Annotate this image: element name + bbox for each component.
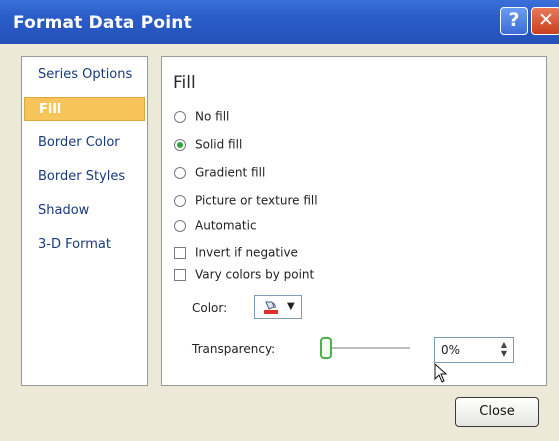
title-bar[interactable]: Format Data Point ? ✕ <box>0 0 559 44</box>
automatic-radio[interactable]: Automatic <box>174 216 257 234</box>
sidebar-item-fill[interactable]: Fill <box>24 97 145 121</box>
category-sidebar: Series Options Fill Border Color Border … <box>21 56 148 386</box>
transparency-label: Transparency: <box>192 342 276 356</box>
transparency-slider-thumb[interactable] <box>320 337 332 359</box>
checkbox[interactable] <box>174 246 186 259</box>
checkbox[interactable] <box>174 268 186 281</box>
paint-bucket-icon <box>264 301 278 314</box>
solid-fill-radio[interactable]: Solid fill <box>174 135 242 153</box>
automatic-label: Automatic <box>195 218 257 233</box>
picture-texture-fill-label: Picture or texture fill <box>195 193 318 208</box>
no-fill-label: No fill <box>195 109 230 124</box>
transparency-value: 0% <box>441 343 461 357</box>
sidebar-item-border-styles[interactable]: Border Styles <box>24 165 145 189</box>
radio-button-selected[interactable] <box>174 138 186 151</box>
radio-button[interactable] <box>174 194 186 207</box>
transparency-slider-track[interactable] <box>328 347 410 349</box>
gradient-fill-radio[interactable]: Gradient fill <box>174 163 265 181</box>
chevron-down-icon: ▼ <box>287 301 295 312</box>
sidebar-item-3d-format[interactable]: 3-D Format <box>24 233 145 257</box>
no-fill-radio[interactable]: No fill <box>174 107 229 125</box>
invert-if-negative-checkbox[interactable]: Invert if negative <box>174 243 298 261</box>
vary-colors-label: Vary colors by point <box>195 267 315 282</box>
radio-button[interactable] <box>174 166 186 179</box>
panel-title: Fill <box>173 73 196 93</box>
solid-fill-label: Solid fill <box>195 137 243 152</box>
fill-color-picker-button[interactable]: ▼ <box>254 295 302 319</box>
invert-if-negative-label: Invert if negative <box>195 245 298 260</box>
color-label: Color: <box>192 301 228 315</box>
vary-colors-checkbox[interactable]: Vary colors by point <box>174 265 314 283</box>
radio-button[interactable] <box>174 219 186 232</box>
fill-panel: Fill No fill Solid fill Gradient fill Pi… <box>161 56 547 386</box>
help-button[interactable]: ? <box>500 7 528 35</box>
sidebar-item-border-color[interactable]: Border Color <box>24 131 145 155</box>
transparency-spinbox[interactable]: 0% ▲ ▼ <box>434 337 514 363</box>
close-button[interactable]: Close <box>455 397 539 427</box>
sidebar-item-shadow[interactable]: Shadow <box>24 199 145 223</box>
picture-texture-fill-radio[interactable]: Picture or texture fill <box>174 191 318 209</box>
gradient-fill-label: Gradient fill <box>195 165 266 180</box>
window-close-button[interactable]: ✕ <box>531 7 559 35</box>
spin-arrows-icon[interactable]: ▲ ▼ <box>501 340 507 358</box>
mouse-cursor-icon <box>434 363 448 383</box>
dialog-title: Format Data Point <box>13 13 192 33</box>
sidebar-item-series-options[interactable]: Series Options <box>24 63 145 87</box>
radio-button[interactable] <box>174 110 186 123</box>
format-data-point-dialog: Format Data Point ? ✕ Series Options Fil… <box>0 0 559 441</box>
